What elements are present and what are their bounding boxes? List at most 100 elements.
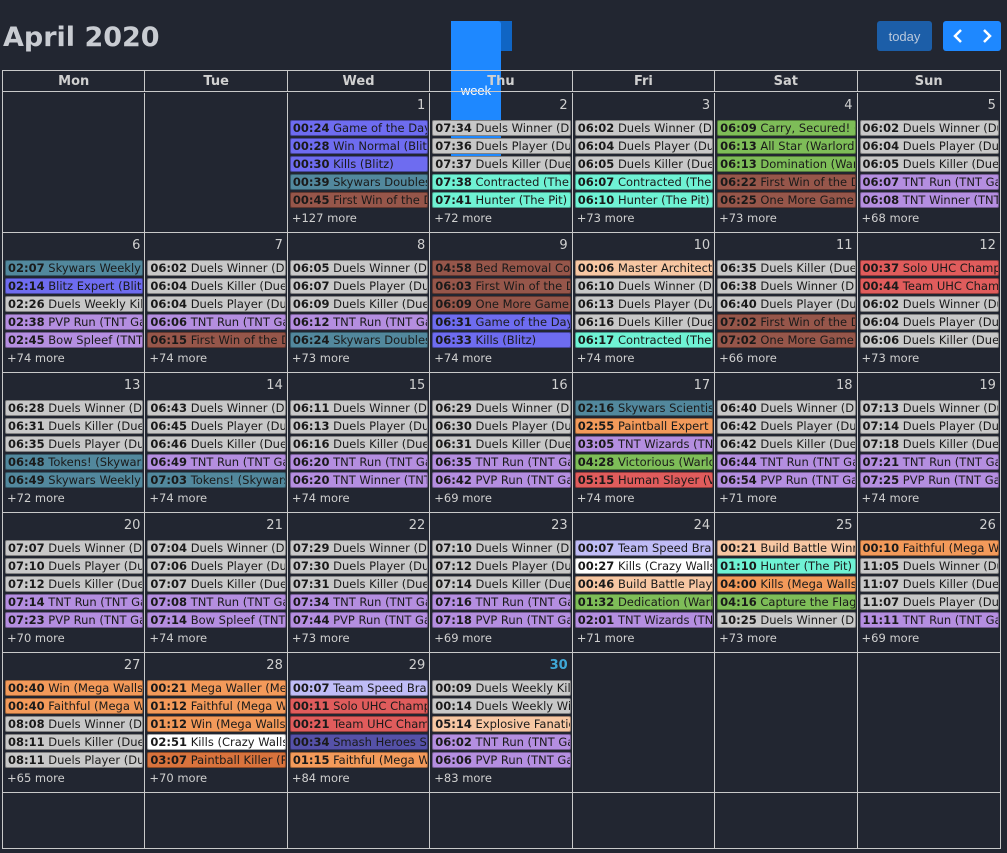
calendar-event[interactable]: 06:54 PVP Run (TNT Gan — [717, 472, 856, 488]
calendar-event[interactable]: 00:30 Kills (Blitz) — [289, 156, 429, 172]
calendar-event[interactable]: 06:31 Duels Killer (Duels) — [432, 436, 571, 452]
calendar-event[interactable]: 08:11 Duels Player (Duel — [5, 752, 144, 768]
calendar-event[interactable]: 06:17 Contracted (The Pi — [574, 332, 714, 348]
day-cell[interactable]: 706:02 Duels Winner (Due06:04 Duels Kill… — [145, 233, 288, 372]
calendar-event[interactable]: 02:55 Paintball Expert (Pa — [574, 418, 714, 434]
calendar-event[interactable]: 07:04 Duels Winner (Due — [147, 540, 286, 556]
day-number[interactable]: 20 — [124, 518, 141, 533]
day-number[interactable]: 23 — [551, 518, 568, 533]
day-cell[interactable]: 1702:16 Skywars Scientist (02:55 Paintba… — [573, 373, 716, 512]
calendar-event[interactable]: 06:35 TNT Run (TNT Gan — [432, 454, 571, 470]
calendar-event[interactable]: 07:14 Duels Killer (Duels) — [432, 576, 571, 592]
more-events-link[interactable]: +74 more — [575, 491, 713, 505]
calendar-event[interactable]: 07:14 TNT Run (TNT Gan — [5, 594, 144, 610]
day-cell[interactable]: 1907:13 Duels Winner (Due07:14 Duels Pla… — [858, 373, 1000, 512]
calendar-event[interactable]: 06:10 Hunter (The Pit) — [574, 192, 714, 208]
more-events-link[interactable]: +72 more — [5, 491, 143, 505]
day-cell[interactable] — [3, 793, 146, 848]
calendar-event[interactable]: 06:05 Duels Killer (Duels) — [859, 156, 999, 172]
more-events-link[interactable]: +127 more — [290, 211, 428, 225]
more-events-link[interactable]: +65 more — [5, 771, 143, 785]
day-cell[interactable]: 100:24 Game of the Day (00:28 Win Normal… — [288, 93, 431, 232]
calendar-event[interactable]: 00:44 Team UHC Champ — [859, 278, 999, 294]
calendar-event[interactable]: 06:09 One More Game! ( — [432, 296, 571, 312]
calendar-event[interactable]: 07:13 Duels Winner (Due — [859, 400, 999, 416]
calendar-event[interactable]: 07:41 Hunter (The Pit) — [432, 192, 571, 208]
day-cell[interactable]: 602:07 Skywars Weekly Ki02:14 Blitz Expe… — [3, 233, 146, 372]
calendar-event[interactable]: 00:24 Game of the Day ( — [289, 120, 429, 136]
calendar-event[interactable]: 06:10 Duels Winner (Due — [574, 278, 714, 294]
calendar-event[interactable]: 06:22 First Win of the Da — [717, 174, 856, 190]
calendar-event[interactable]: 07:14 Duels Player (Duels — [859, 418, 999, 434]
calendar-event[interactable]: 02:26 Duels Weekly Kills — [5, 296, 144, 312]
calendar-event[interactable]: 07:02 One More Game! ( — [717, 332, 856, 348]
day-cell[interactable]: 2107:04 Duels Winner (Due07:06 Duels Pla… — [145, 513, 288, 652]
calendar-event[interactable]: 07:21 TNT Run (TNT Gan — [859, 454, 999, 470]
more-events-link[interactable]: +73 more — [860, 351, 999, 365]
calendar-event[interactable]: 07:10 Duels Winner (Due — [432, 540, 571, 556]
more-events-link[interactable]: +74 more — [5, 351, 143, 365]
day-cell[interactable]: 904:58 Bed Removal Co (E06:03 First Win … — [430, 233, 573, 372]
day-cell[interactable] — [858, 793, 1000, 848]
calendar-event[interactable]: 06:38 Duels Winner (Due — [717, 278, 856, 294]
more-events-link[interactable]: +70 more — [147, 771, 285, 785]
calendar-event[interactable]: 06:13 Duels Player (Duels — [574, 296, 714, 312]
calendar-event[interactable]: 00:21 Team UHC Champ — [289, 716, 429, 732]
calendar-event[interactable]: 07:08 TNT Run (TNT Gan — [147, 594, 286, 610]
calendar-event[interactable]: 06:02 Duels Winner (Due — [859, 120, 999, 136]
day-cell[interactable]: 406:09 Carry, Secured! (W06:13 All Star … — [715, 93, 858, 232]
day-cell[interactable]: 506:02 Duels Winner (Due06:04 Duels Play… — [858, 93, 1000, 232]
calendar-event[interactable]: 01:32 Dedication (Warlor — [574, 594, 714, 610]
day-cell[interactable] — [3, 93, 146, 232]
calendar-event[interactable]: 08:11 Duels Killer (Duels) — [5, 734, 144, 750]
calendar-event[interactable]: 06:07 Duels Player (Duel — [289, 278, 429, 294]
day-cell[interactable]: 1000:06 Master Architect (E06:10 Duels W… — [573, 233, 716, 372]
calendar-event[interactable]: 00:07 Team Speed Brawle — [574, 540, 714, 556]
more-events-link[interactable]: +73 more — [717, 631, 855, 645]
calendar-event[interactable]: 01:12 Win (Mega Walls) — [147, 716, 286, 732]
day-cell[interactable]: 306:02 Duels Winner (Due06:04 Duels Play… — [573, 93, 716, 232]
day-number[interactable]: 9 — [559, 238, 567, 253]
day-number[interactable]: 29 — [409, 658, 426, 673]
more-events-link[interactable]: +69 more — [432, 491, 570, 505]
calendar-event[interactable]: 07:23 PVP Run (TNT Gan — [5, 612, 144, 628]
calendar-event[interactable]: 06:42 Duels Player (Duels — [717, 418, 856, 434]
calendar-event[interactable]: 06:35 Duels Killer (Duels) — [717, 260, 856, 276]
calendar-event[interactable]: 04:16 Capture the Flag (V — [717, 594, 856, 610]
calendar-event[interactable]: 07:18 Duels Killer (Duels) — [859, 436, 999, 452]
calendar-event[interactable]: 00:34 Smash Heroes Sol — [289, 734, 429, 750]
calendar-event[interactable]: 07:44 PVP Run (TNT Gan — [289, 612, 429, 628]
calendar-event[interactable]: 08:08 Duels Winner (Due — [5, 716, 144, 732]
day-number[interactable]: 8 — [417, 238, 425, 253]
calendar-event[interactable]: 07:30 Duels Player (Duel — [289, 558, 429, 574]
calendar-event[interactable]: 00:40 Win (Mega Walls) — [5, 680, 144, 696]
day-cell[interactable] — [715, 793, 858, 848]
more-events-link[interactable]: +74 more — [147, 491, 285, 505]
calendar-event[interactable]: 07:18 PVP Run (TNT Gan — [432, 612, 571, 628]
day-cell[interactable]: 1106:35 Duels Killer (Duels)06:38 Duels … — [715, 233, 858, 372]
calendar-event[interactable]: 00:21 Build Battle Winne — [717, 540, 856, 556]
more-events-link[interactable]: +74 more — [432, 351, 570, 365]
calendar-event[interactable]: 07:29 Duels Winner (Due — [289, 540, 429, 556]
calendar-event[interactable]: 06:08 TNT Winner (TNT G — [859, 192, 999, 208]
more-events-link[interactable]: +73 more — [290, 351, 428, 365]
day-number[interactable]: 13 — [124, 378, 141, 393]
calendar-event[interactable]: 06:03 First Win of the Da — [432, 278, 571, 294]
calendar-event[interactable]: 06:30 Duels Player (Duel — [432, 418, 571, 434]
more-events-link[interactable]: +74 more — [860, 491, 999, 505]
day-number[interactable]: 16 — [551, 378, 568, 393]
more-events-link[interactable]: +71 more — [717, 491, 855, 505]
calendar-event[interactable]: 07:38 Contracted (The Pi — [432, 174, 571, 190]
day-cell[interactable] — [573, 653, 716, 792]
calendar-event[interactable]: 00:45 First Win of the Da — [289, 192, 429, 208]
day-cell[interactable] — [573, 793, 716, 848]
calendar-event[interactable]: 02:01 TNT Wizards (TNT — [574, 612, 714, 628]
day-number[interactable]: 25 — [836, 518, 853, 533]
day-cell[interactable]: 1406:43 Duels Winner (Due06:45 Duels Pla… — [145, 373, 288, 512]
calendar-event[interactable]: 00:06 Master Architect (E — [574, 260, 714, 276]
calendar-event[interactable]: 00:09 Duels Weekly Kills — [432, 680, 571, 696]
calendar-event[interactable]: 04:28 Victorious (Warlorc — [574, 454, 714, 470]
calendar-event[interactable]: 05:15 Human Slayer (Var — [574, 472, 714, 488]
day-cell[interactable] — [145, 93, 288, 232]
calendar-event[interactable]: 00:10 Faithful (Mega Wa — [859, 540, 999, 556]
